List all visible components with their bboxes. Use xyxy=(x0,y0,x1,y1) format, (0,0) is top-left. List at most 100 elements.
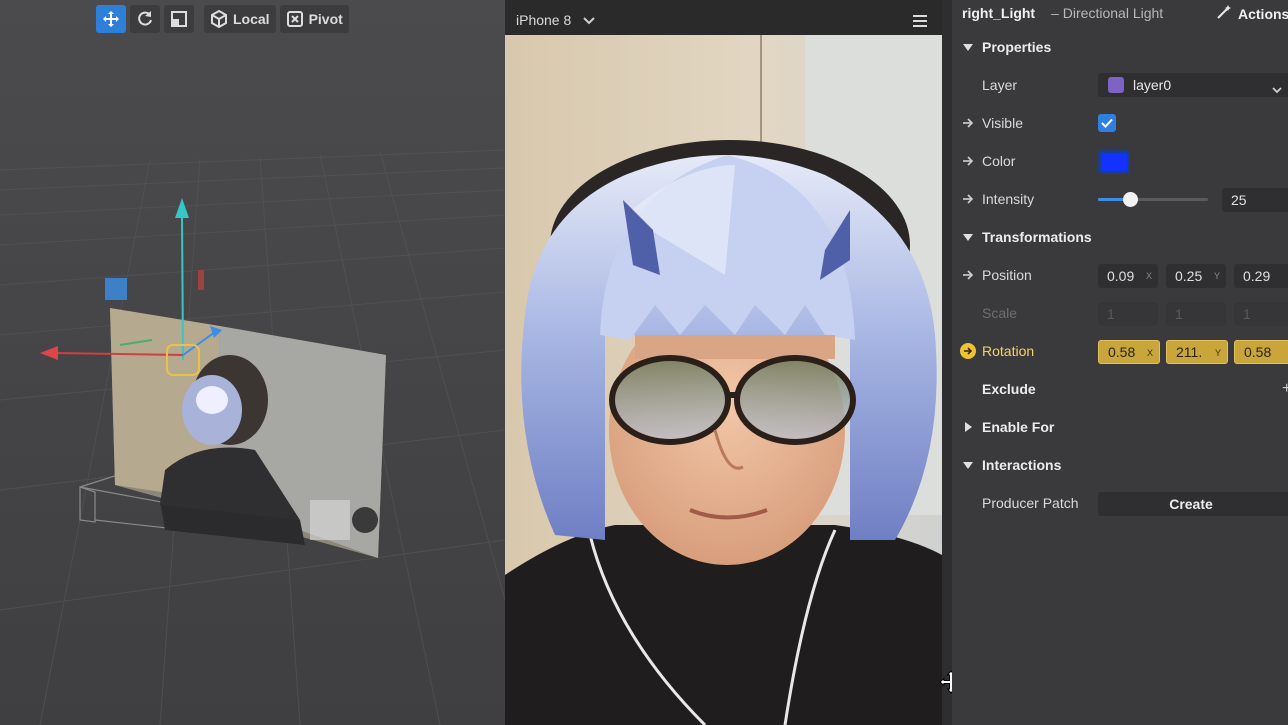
section-label-enable-for: Enable For xyxy=(982,419,1055,435)
position-y-value: 0.25 xyxy=(1175,268,1203,284)
move-icon xyxy=(102,10,120,28)
rotation-y-value: 211. xyxy=(1176,344,1203,360)
color-swatch-fill xyxy=(1101,153,1127,171)
collapse-triangle-icon xyxy=(963,462,973,469)
layer-swatch xyxy=(1108,77,1124,93)
rotation-x-value: 0.58 xyxy=(1108,344,1136,360)
pivot-label: Pivot xyxy=(308,11,343,27)
panel-divider[interactable] xyxy=(942,0,952,725)
y-axis-tag: Y xyxy=(1213,271,1220,281)
position-label: Position xyxy=(982,267,1032,283)
scene-viewport[interactable]: Local Pivot xyxy=(0,0,505,725)
row-position: Position 0.09 X 0.25 Y 0.29 xyxy=(952,260,1288,290)
producer-patch-label: Producer Patch xyxy=(982,495,1079,511)
keyframe-arrow-icon[interactable] xyxy=(962,154,974,171)
rotation-label: Rotation xyxy=(982,343,1035,359)
row-color: Color xyxy=(952,146,1288,176)
camera-preview xyxy=(505,35,942,725)
scale-x-input: 1 xyxy=(1098,302,1158,326)
pivot-icon xyxy=(286,10,304,28)
scene-3d-view[interactable] xyxy=(0,0,505,725)
scale-z-input: 1 xyxy=(1234,302,1288,326)
section-transformations[interactable]: Transformations xyxy=(952,222,1288,252)
pivot-button[interactable]: Pivot xyxy=(279,5,349,33)
scale-tool-button[interactable] xyxy=(164,5,194,33)
row-scale: Scale 1 1 1 xyxy=(952,298,1288,328)
device-selector[interactable]: iPhone 8 xyxy=(516,12,571,28)
section-label-properties: Properties xyxy=(982,39,1052,55)
keyframe-arrow-icon[interactable] xyxy=(962,192,974,209)
intensity-slider[interactable] xyxy=(1098,192,1208,207)
row-rotation: Rotation 0.58 X 211. Y 0.58 xyxy=(952,336,1288,366)
move-tool-button[interactable] xyxy=(96,5,126,33)
menu-icon[interactable] xyxy=(913,14,927,30)
layer-label: Layer xyxy=(982,77,1018,93)
add-exclude-icon[interactable]: + xyxy=(1282,380,1288,398)
color-label: Color xyxy=(982,153,1016,169)
visible-checkbox[interactable] xyxy=(1098,114,1116,132)
scale-y-value: 1 xyxy=(1175,306,1183,322)
keyframe-arrow-icon[interactable] xyxy=(962,116,974,133)
row-visible: Visible xyxy=(952,108,1288,138)
local-label: Local xyxy=(233,11,270,27)
scale-y-input: 1 xyxy=(1166,302,1226,326)
section-label-interactions: Interactions xyxy=(982,457,1062,473)
simulator-header: iPhone 8 xyxy=(505,5,942,35)
section-interactions[interactable]: Interactions xyxy=(952,450,1288,480)
row-layer: Layer layer0 xyxy=(952,70,1288,100)
magic-wand-icon xyxy=(1216,4,1232,23)
collapse-triangle-icon xyxy=(963,44,973,51)
scale-z-value: 1 xyxy=(1243,306,1251,322)
rotate-tool-button[interactable] xyxy=(130,5,160,33)
row-exclude: Exclude + xyxy=(952,374,1288,404)
position-x-input[interactable]: 0.09 X xyxy=(1098,264,1158,288)
object-type: – Directional Light xyxy=(1051,5,1164,21)
position-x-value: 0.09 xyxy=(1107,268,1135,284)
collapse-triangle-icon xyxy=(963,234,973,241)
keyframe-arrow-icon[interactable] xyxy=(962,268,974,285)
camera-feed xyxy=(505,35,942,725)
rotation-z-value: 0.58 xyxy=(1244,344,1272,360)
scale-icon xyxy=(170,10,188,28)
rotation-z-input[interactable]: 0.58 xyxy=(1234,340,1288,364)
keyframe-active-icon[interactable] xyxy=(960,343,976,359)
actions-button[interactable]: Actions xyxy=(1216,4,1288,23)
object-name: right_Light xyxy=(962,5,1036,21)
intensity-value: 25 xyxy=(1231,192,1247,208)
checkmark-icon xyxy=(1101,115,1113,131)
y-axis-tag: Y xyxy=(1214,348,1221,358)
position-z-input[interactable]: 0.29 xyxy=(1234,264,1288,288)
row-producer-patch: Producer Patch Create xyxy=(952,488,1288,518)
actions-label: Actions xyxy=(1238,5,1288,22)
expand-triangle-icon xyxy=(965,422,972,432)
section-label-transformations: Transformations xyxy=(982,229,1092,245)
intensity-label: Intensity xyxy=(982,191,1035,207)
x-axis-tag: X xyxy=(1145,271,1152,281)
simulator-panel: iPhone 8 xyxy=(505,0,942,725)
scale-label: Scale xyxy=(982,305,1018,321)
intensity-slider-thumb[interactable] xyxy=(1122,192,1138,207)
rotation-y-input[interactable]: 211. Y xyxy=(1166,340,1228,364)
layer-value: layer0 xyxy=(1133,77,1172,93)
row-intensity: Intensity 25 xyxy=(952,184,1288,214)
section-properties[interactable]: Properties xyxy=(952,32,1288,62)
viewport-toolbar: Local Pivot xyxy=(96,5,349,33)
layer-select[interactable]: layer0 xyxy=(1098,73,1288,97)
inspector-panel: right_Light – Directional Light Actions … xyxy=(952,0,1288,725)
chevron-down-icon xyxy=(1272,81,1282,97)
position-y-input[interactable]: 0.25 Y xyxy=(1166,264,1226,288)
chevron-down-icon[interactable] xyxy=(583,12,595,28)
visible-label: Visible xyxy=(982,115,1023,131)
scale-x-value: 1 xyxy=(1107,306,1115,322)
color-swatch[interactable] xyxy=(1098,150,1130,174)
cube-icon xyxy=(210,10,228,28)
create-patch-button[interactable]: Create xyxy=(1098,492,1288,516)
rotation-x-input[interactable]: 0.58 X xyxy=(1098,340,1160,364)
local-space-button[interactable]: Local xyxy=(204,5,276,33)
rotate-icon xyxy=(136,10,154,28)
section-enable-for[interactable]: Enable For xyxy=(952,412,1288,442)
intensity-input[interactable]: 25 xyxy=(1222,188,1288,212)
exclude-label: Exclude xyxy=(982,381,1036,397)
x-axis-tag: X xyxy=(1146,348,1153,358)
position-z-value: 0.29 xyxy=(1243,268,1271,284)
